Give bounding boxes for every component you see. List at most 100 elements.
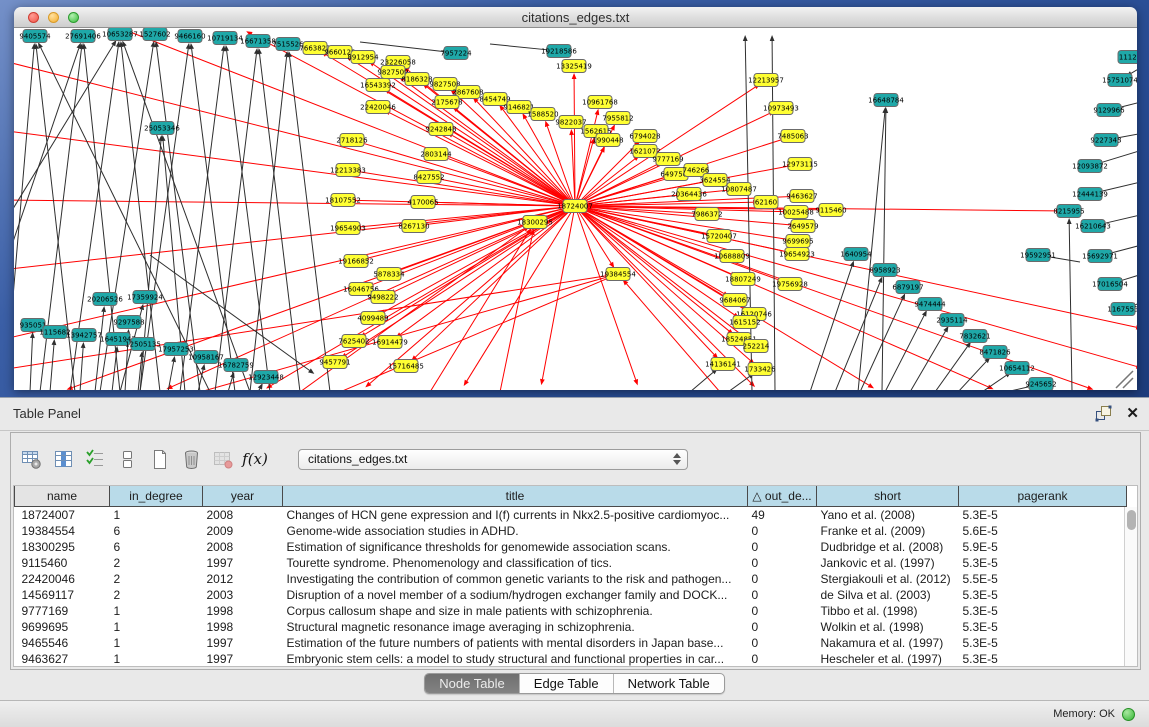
network-edge[interactable] [14, 206, 575, 337]
node-label: 9129966 [1093, 107, 1125, 115]
table-cell: 14569117 [15, 587, 110, 603]
network-edge[interactable] [1135, 300, 1137, 305]
network-edge[interactable] [14, 132, 575, 206]
table-cell: 2 [110, 555, 203, 571]
network-edge[interactable] [369, 206, 575, 258]
node-label: 9474444 [914, 301, 946, 309]
network-edge[interactable] [1102, 148, 1137, 162]
network-edge[interactable] [112, 352, 117, 390]
network-edge[interactable] [157, 47, 200, 390]
network-window-titlebar[interactable]: citations_edges.txt [14, 7, 1137, 28]
network-edge[interactable] [935, 347, 967, 390]
tab-network-table[interactable]: Network Table [614, 674, 724, 693]
function-builder-icon[interactable]: f(x) [244, 448, 266, 470]
network-edge[interactable] [690, 372, 713, 390]
network-edge[interactable] [452, 135, 575, 206]
resize-grip[interactable] [1116, 371, 1133, 388]
table-cell: 2009 [203, 523, 283, 539]
tab-edge-table[interactable]: Edge Table [520, 674, 614, 693]
node-label: 8454749 [479, 96, 510, 104]
network-edge[interactable] [772, 41, 775, 390]
network-edge[interactable] [575, 152, 602, 206]
network-edge[interactable] [30, 338, 32, 390]
network-edge[interactable] [575, 206, 729, 331]
network-edge[interactable] [14, 45, 113, 230]
column-header-pagerank[interactable]: pagerank [959, 486, 1127, 506]
network-edge[interactable] [1069, 224, 1072, 390]
table-row[interactable]: 1872400712008Changes of HCN gene express… [15, 506, 1127, 523]
network-edge[interactable] [1103, 180, 1137, 191]
table-vertical-scrollbar[interactable] [1124, 507, 1137, 666]
table-row[interactable]: 977716911998Corpus callosum shape and si… [15, 603, 1127, 619]
column-header-out_de[interactable]: △ out_de... [748, 486, 817, 506]
tab-node-table[interactable]: Node Table [425, 674, 520, 693]
network-window[interactable]: citations_edges.txt 94055742769140610653… [14, 7, 1137, 390]
node-label: 10973493 [763, 105, 799, 113]
table-row[interactable]: 1938455462009Genome-wide association stu… [15, 523, 1127, 539]
network-edge[interactable] [258, 388, 260, 390]
zoom-window-icon[interactable] [68, 12, 79, 23]
network-edge[interactable] [982, 375, 1006, 390]
table-selector-value: citations_edges.txt [299, 452, 407, 466]
network-edge[interactable] [882, 113, 886, 390]
table-cell: Estimation of significance thresholds fo… [283, 539, 748, 555]
network-edge[interactable] [860, 299, 903, 390]
network-edge[interactable] [575, 206, 1136, 327]
column-header-year[interactable]: year [203, 486, 283, 506]
network-edge[interactable] [50, 345, 54, 390]
table-row[interactable]: 1830029562008Estimation of significance … [15, 539, 1127, 555]
column-header-title[interactable]: title [283, 486, 748, 506]
delete-row-icon[interactable] [180, 448, 202, 470]
scrollbar-thumb[interactable] [1127, 510, 1136, 530]
network-desktop: citations_edges.txt 94055742769140610653… [0, 0, 1149, 397]
network-edge[interactable] [490, 44, 546, 50]
table-cell: 0 [748, 539, 817, 555]
float-window-icon[interactable] [1095, 405, 1112, 422]
select-rows-icon[interactable] [84, 448, 106, 470]
network-canvas[interactable]: 9405574276914061065328715276029466160107… [14, 28, 1137, 390]
network-edge[interactable] [215, 54, 256, 390]
table-row[interactable]: 946362711997Embryonic stem cells: a mode… [15, 651, 1127, 667]
node-label: 2718126 [336, 137, 368, 145]
edge-arrowhead-icon [52, 339, 57, 345]
table-selector-dropdown[interactable]: citations_edges.txt [298, 449, 688, 470]
edge-arrowhead-icon [943, 326, 948, 332]
table-settings-icon[interactable] [20, 448, 42, 470]
table-row[interactable]: 1456911722003Disruption of a novel membe… [15, 587, 1127, 603]
column-header-name[interactable]: name [15, 486, 110, 506]
network-edge[interactable] [1113, 243, 1137, 253]
node-label: 17957253 [158, 346, 194, 354]
network-edge[interactable] [575, 206, 636, 380]
table-row[interactable]: 2242004622012Investigating the contribut… [15, 571, 1127, 587]
network-edge[interactable] [1131, 65, 1137, 73]
table-cell: Stergiakouli et al. (2012) [817, 571, 959, 587]
table-row[interactable]: 911546021997Tourette syndrome. Phenomeno… [15, 555, 1127, 571]
minimize-window-icon[interactable] [48, 12, 59, 23]
network-edge[interactable] [728, 377, 749, 390]
network-edge[interactable] [627, 284, 720, 390]
close-window-icon[interactable] [28, 12, 39, 23]
network-edge[interactable] [1122, 272, 1137, 280]
table-cell: 0 [748, 555, 817, 571]
network-edge[interactable] [260, 54, 300, 390]
column-header-short[interactable]: short [817, 486, 959, 506]
table-row[interactable]: 946554611997Estimation of the future num… [15, 635, 1127, 651]
network-edge[interactable] [290, 57, 330, 390]
column-header-in_degree[interactable]: in_degree [110, 486, 203, 506]
network-edge[interactable] [575, 159, 635, 206]
new-table-icon[interactable] [148, 448, 170, 470]
network-edge[interactable] [227, 51, 270, 390]
network-edge[interactable] [14, 200, 575, 206]
node-label: 7986372 [691, 211, 722, 219]
table-cell: Structural magnetic resonance image aver… [283, 619, 748, 635]
table-cell: Jankovic et al. (1997) [817, 555, 959, 571]
close-panel-icon[interactable]: ✕ [1126, 406, 1139, 422]
table-row[interactable]: 969969511998Structural magnetic resonanc… [15, 619, 1127, 635]
column-settings-icon[interactable] [52, 448, 74, 470]
table-cell: 5.3E-5 [959, 603, 1127, 619]
network-edge[interactable] [14, 49, 34, 390]
table-cell: 5.3E-5 [959, 506, 1127, 523]
network-edge[interactable] [575, 206, 1088, 388]
node-label: 1527602 [139, 31, 170, 39]
row-height-icon[interactable] [116, 448, 138, 470]
